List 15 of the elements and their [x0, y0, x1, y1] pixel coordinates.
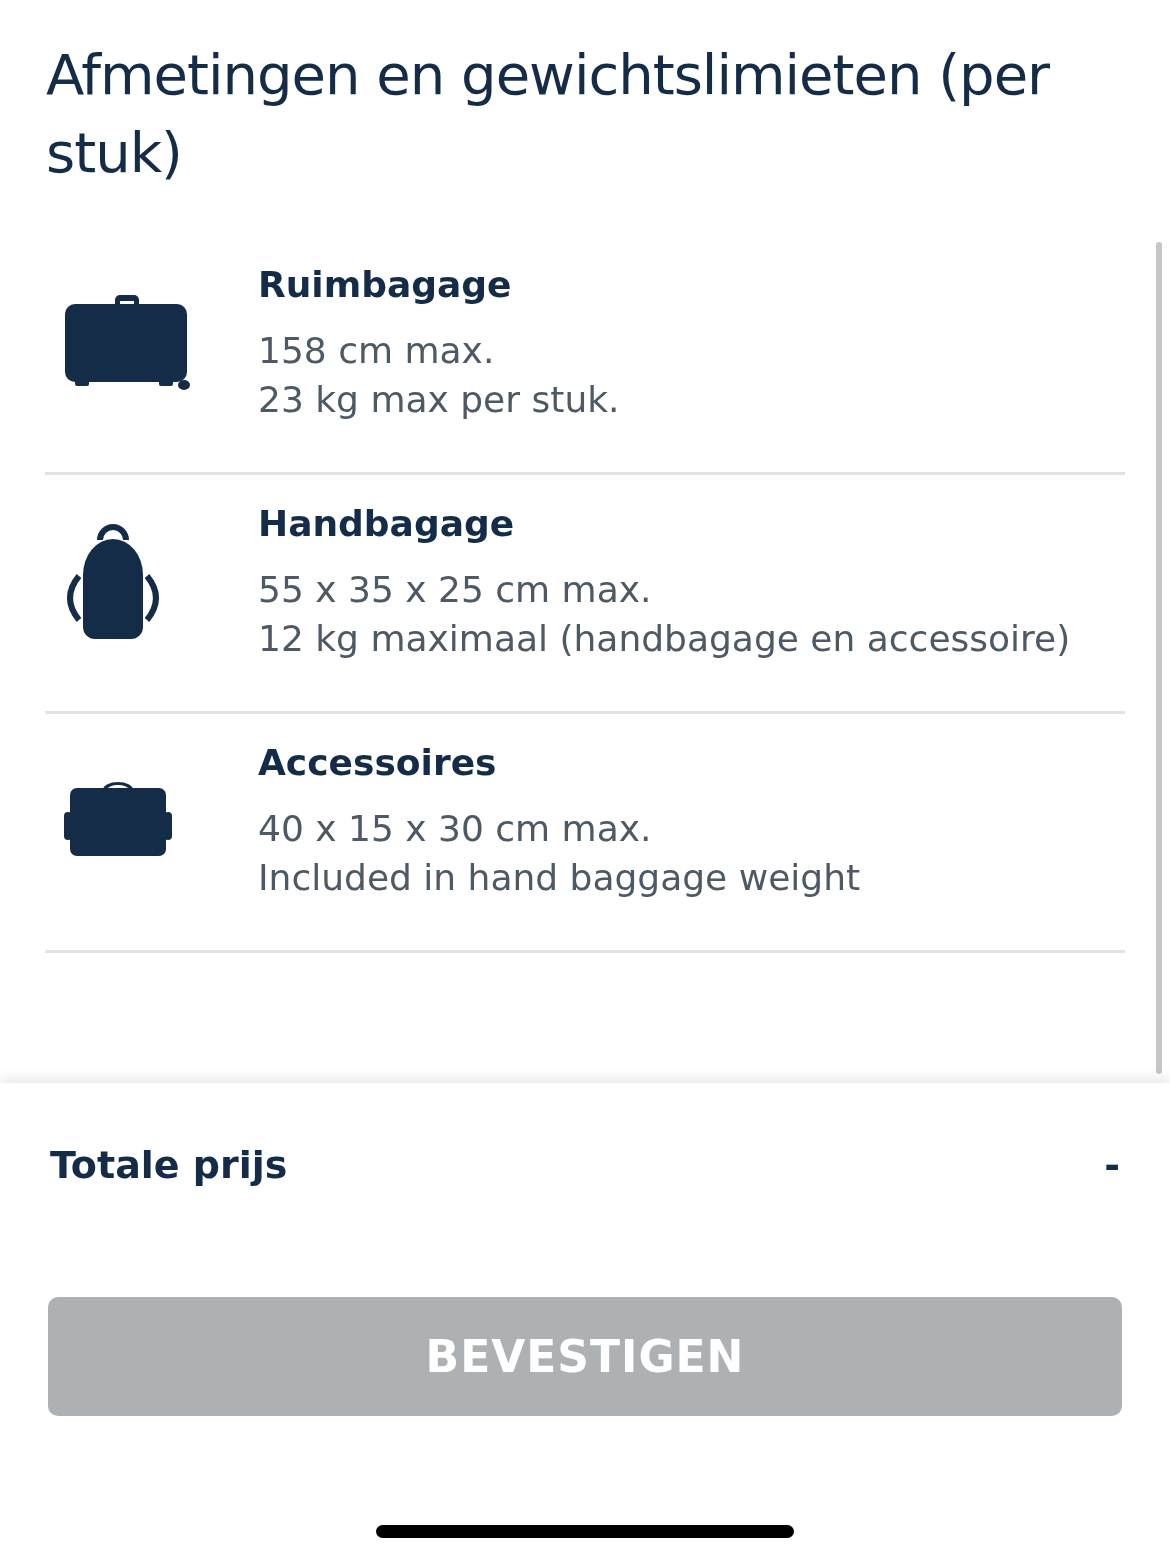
page-title: Afmetingen en gewichtslimieten (per stuk): [46, 41, 1051, 187]
item-detail: 12 kg maximaal (handbagage en accessoire): [258, 617, 1072, 661]
item-detail: 158 cm max.: [258, 329, 496, 373]
bag-icon: [63, 782, 173, 858]
item-title: Handbagage: [258, 502, 516, 546]
total-value: -: [1104, 1143, 1120, 1187]
total-label: Totale prijs: [50, 1143, 288, 1187]
scrollbar[interactable]: [1156, 242, 1162, 1074]
item-title: Ruimbagage: [258, 263, 513, 307]
item-title: Accessoires: [258, 741, 498, 785]
item-detail: 55 x 35 x 25 cm max.: [258, 568, 653, 612]
item-detail: Included in hand baggage weight: [258, 856, 862, 900]
suitcase-icon: [63, 292, 193, 392]
item-detail: 40 x 15 x 30 cm max.: [258, 807, 653, 851]
item-detail: 23 kg max per stuk.: [258, 378, 621, 422]
